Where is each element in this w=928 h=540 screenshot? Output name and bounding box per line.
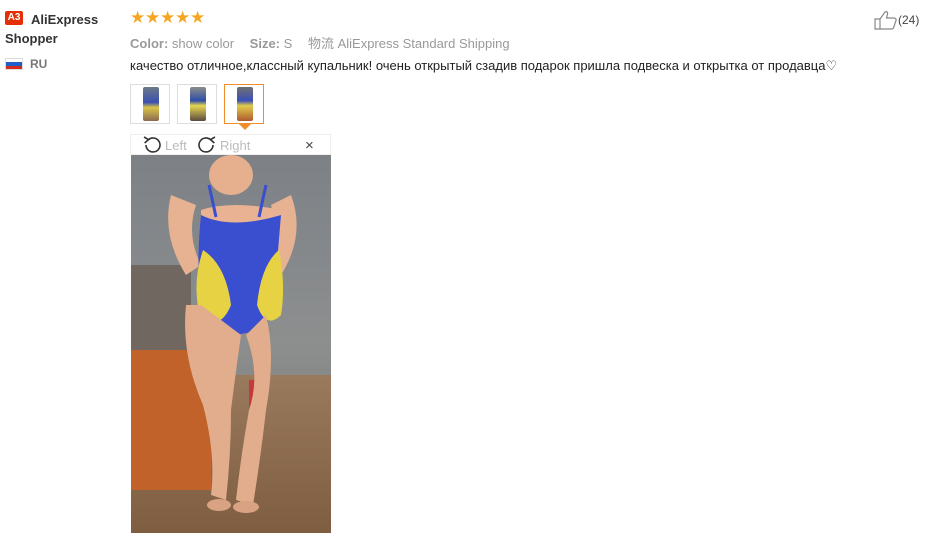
shipping-value: AliExpress Standard Shipping	[337, 36, 510, 51]
helpful-button[interactable]: (24)	[874, 10, 919, 30]
star-icon: ★	[160, 8, 176, 27]
rotate-left-button[interactable]: Left	[141, 135, 187, 155]
country-flag-icon	[5, 58, 23, 70]
rotate-left-label: Left	[165, 137, 187, 153]
rotate-right-label: Right	[220, 137, 251, 153]
rotate-right-button[interactable]: Right	[196, 135, 250, 155]
rotate-right-icon	[198, 136, 216, 153]
review-thumbnail-active[interactable]	[224, 84, 264, 124]
star-icon: ★	[190, 8, 206, 27]
color-value: show color	[171, 36, 235, 51]
review-photo	[131, 155, 331, 533]
thumbs-up-icon	[874, 11, 897, 30]
size-label: Size:	[249, 36, 281, 51]
shipping-label: 物流	[307, 36, 334, 51]
rating-stars: ★★★★★	[130, 8, 205, 28]
review-meta: Color: show color Size: S 物流 AliExpress …	[130, 33, 510, 52]
buyer-level-badge: A3	[5, 11, 23, 25]
review-text: качество отличное,классный купальник! оч…	[130, 58, 838, 73]
close-viewer-button[interactable]: ×	[305, 138, 314, 153]
buyer-country: RU	[30, 57, 48, 71]
review-thumbnail[interactable]	[177, 84, 217, 124]
star-icon: ★	[175, 8, 191, 27]
thumbnail-caret	[239, 124, 251, 130]
star-icon: ★	[130, 8, 146, 27]
review-thumbnail[interactable]	[130, 84, 170, 124]
star-icon: ★	[145, 8, 161, 27]
color-label: Color:	[130, 36, 169, 51]
size-value: S	[283, 36, 293, 51]
rotate-left-icon	[143, 136, 161, 153]
helpful-count: (24)	[898, 13, 920, 27]
